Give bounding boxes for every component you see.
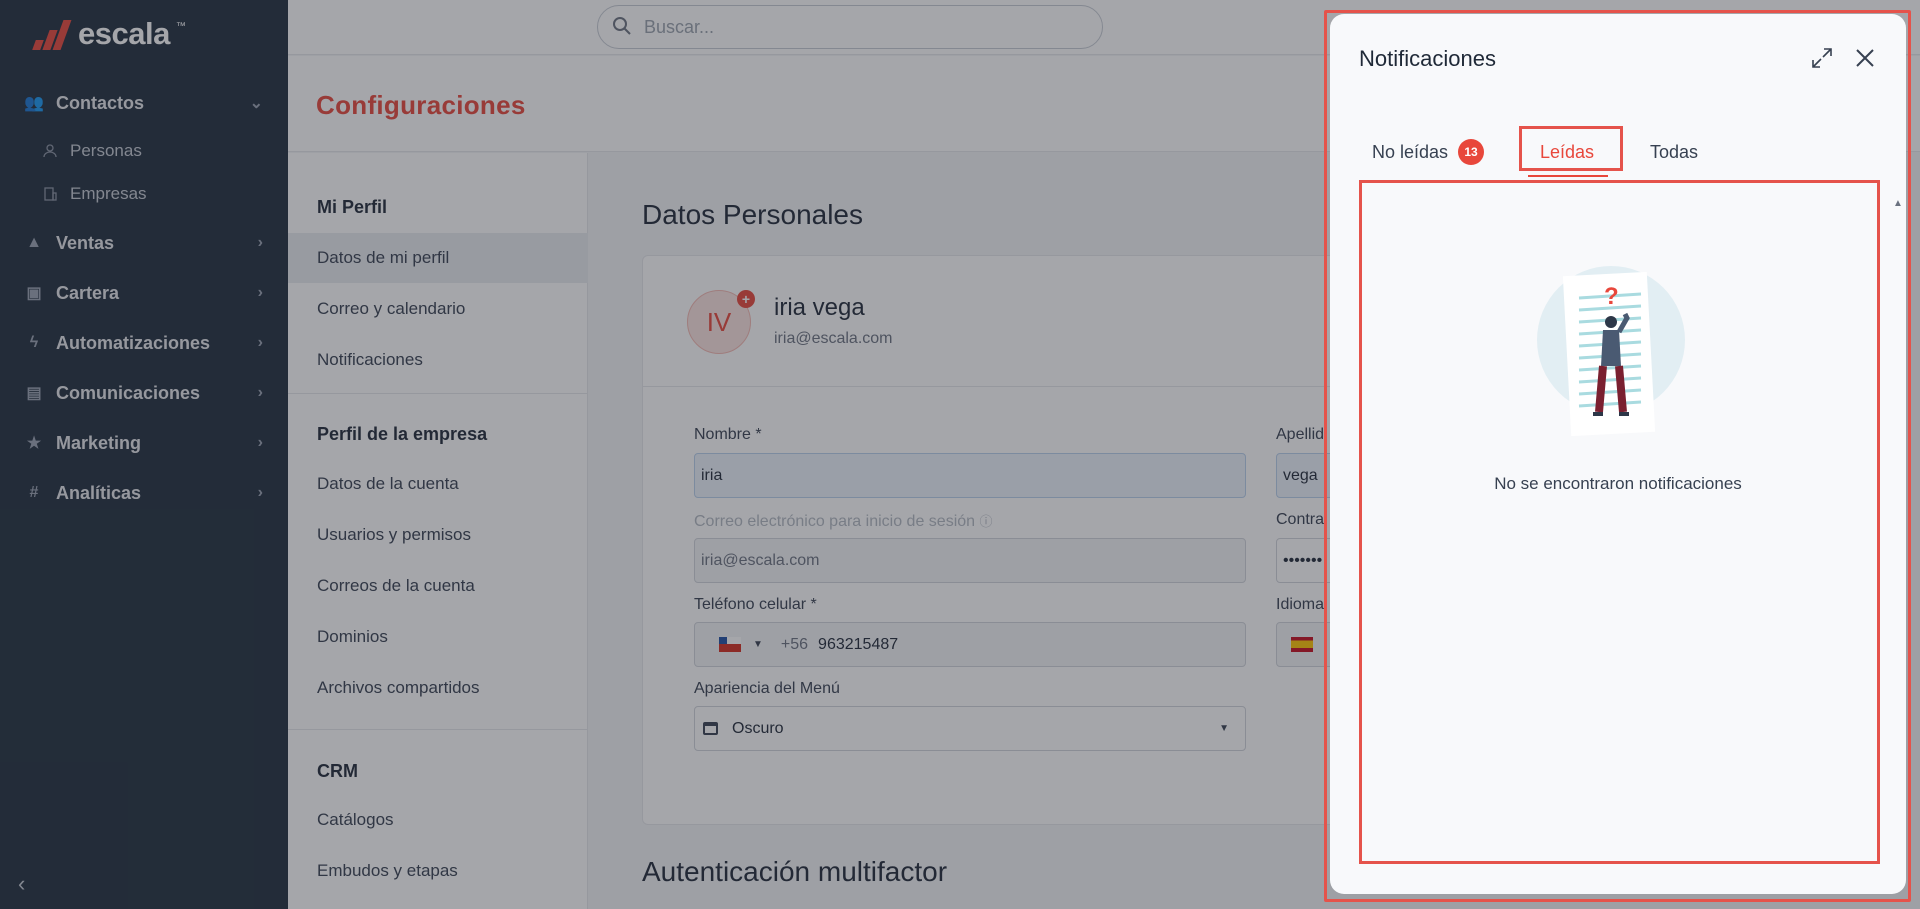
svg-text:?: ? — [1604, 283, 1619, 310]
tab-no-leidas[interactable]: No leídas 13 — [1372, 134, 1485, 170]
panel-title: Notificaciones — [1359, 46, 1496, 71]
notifications-panel: Notificaciones No leídas 13 Leídas Todas… — [1330, 14, 1906, 894]
scroll-up-icon[interactable]: ▲ — [1893, 198, 1903, 209]
unread-count-badge: 13 — [1458, 139, 1485, 165]
active-tab-indicator — [1528, 175, 1608, 177]
tab-label: No leídas — [1372, 141, 1449, 162]
tab-leidas[interactable]: Leídas — [1540, 134, 1594, 170]
empty-message: No se encontraron notificaciones — [1494, 474, 1742, 493]
tab-todas[interactable]: Todas — [1650, 134, 1698, 170]
close-icon[interactable] — [1852, 45, 1878, 71]
empty-notifications-illustration: ? — [1535, 262, 1695, 462]
expand-icon[interactable] — [1810, 46, 1834, 70]
